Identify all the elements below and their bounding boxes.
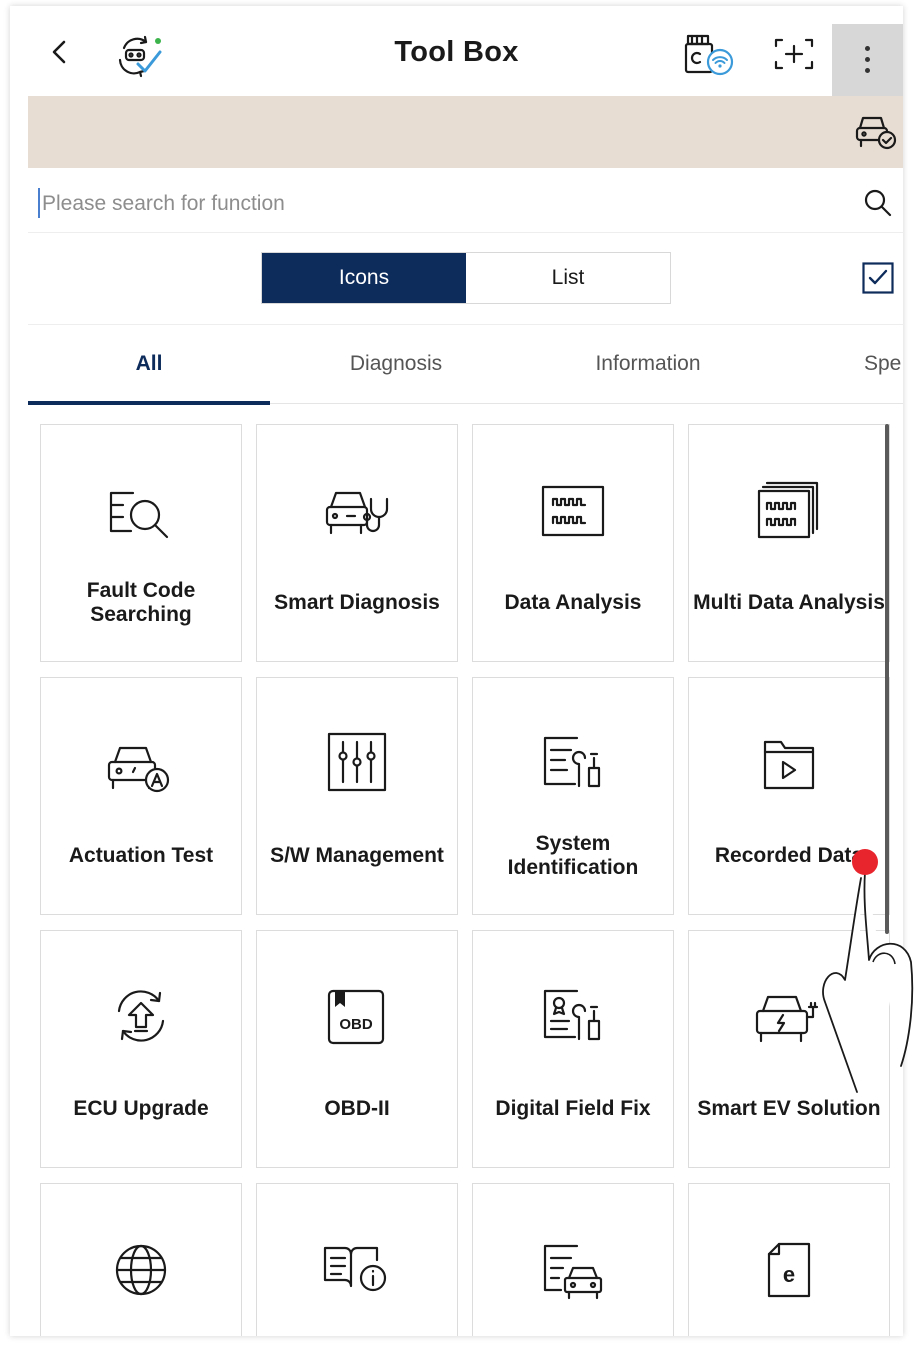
search-input[interactable]: [36, 182, 844, 226]
card-book-info[interactable]: [256, 1183, 458, 1336]
card-actuation-test[interactable]: Actuation Test: [40, 677, 242, 915]
card-label: ECU Upgrade: [73, 1097, 209, 1120]
search-icon[interactable]: [863, 188, 893, 218]
vehicle-banner: [28, 96, 903, 168]
document-tools-icon: [543, 736, 601, 788]
card-recorded-data[interactable]: Recorded Data: [688, 677, 890, 915]
fault-code-search-icon: [109, 491, 169, 539]
car-stethoscope-icon: [325, 491, 389, 535]
book-info-icon: [323, 1246, 387, 1292]
folder-play-icon: [763, 740, 815, 790]
card-label: Data Analysis: [504, 591, 642, 614]
card-obd-ii[interactable]: OBD OBD-II: [256, 930, 458, 1168]
card-digital-field-fix[interactable]: Digital Field Fix: [472, 930, 674, 1168]
function-grid: Fault Code Searching Smart Diagnosis Dat…: [10, 402, 903, 1336]
tab-information[interactable]: Information: [522, 325, 774, 403]
app-frame: Tool Box Please search for function Icon…: [10, 6, 903, 1336]
card-label: Multi Data Analysis: [693, 591, 885, 614]
card-globe[interactable]: [40, 1183, 242, 1336]
top-bar: Tool Box: [10, 6, 903, 96]
obd-book-icon: OBD: [327, 989, 385, 1045]
screen-capture-icon[interactable]: [768, 32, 820, 76]
card-label: [261, 1334, 453, 1336]
card-multi-data-analysis[interactable]: Multi Data Analysis: [688, 424, 890, 662]
globe-icon: [115, 1244, 167, 1296]
search-bar: [28, 174, 903, 233]
ev-car-icon: [755, 995, 819, 1043]
e-document-icon: e: [767, 1242, 811, 1298]
waveform-icon: [541, 485, 605, 537]
car-actuation-icon: [107, 746, 170, 793]
e-icon-text: e: [783, 1262, 795, 1287]
card-label: System Identification: [507, 832, 639, 879]
card-fault-code-searching[interactable]: Fault Code Searching: [40, 424, 242, 662]
card-document-car[interactable]: [472, 1183, 674, 1336]
view-toggle: Icons List: [261, 252, 671, 304]
tab-all[interactable]: All: [28, 325, 270, 403]
icons-view-button[interactable]: Icons: [262, 253, 466, 303]
tab-diagnosis[interactable]: Diagnosis: [270, 325, 522, 403]
card-label: Smart Diagnosis: [274, 591, 440, 614]
card-smart-diagnosis[interactable]: Smart Diagnosis: [256, 424, 458, 662]
checkbox-icon[interactable]: [862, 262, 894, 294]
card-label: [45, 1334, 237, 1336]
card-ecu-upgrade[interactable]: ECU Upgrade: [40, 930, 242, 1168]
multi-waveform-icon: [757, 481, 819, 539]
card-system-identification[interactable]: System Identification: [472, 677, 674, 915]
list-view-button[interactable]: List: [466, 253, 670, 303]
card-label: S/W Management: [270, 844, 444, 867]
scrollbar[interactable]: [885, 424, 889, 934]
card-e-document[interactable]: e: [688, 1183, 890, 1336]
card-label: Actuation Test: [68, 844, 214, 867]
card-label: [693, 1334, 885, 1336]
upgrade-cycle-icon: [117, 990, 165, 1042]
tab-special[interactable]: Spe: [864, 325, 903, 403]
card-label: Fault Code Searching: [86, 579, 196, 626]
card-label: Digital Field Fix: [495, 1097, 651, 1120]
card-label: [477, 1334, 669, 1336]
card-label: Smart EV Solution: [697, 1097, 881, 1120]
card-sw-management[interactable]: S/W Management: [256, 677, 458, 915]
card-label: OBD-II: [324, 1097, 390, 1120]
card-smart-ev-solution[interactable]: Smart EV Solution: [688, 930, 890, 1168]
document-car-icon: [543, 1244, 603, 1300]
vehicle-check-icon[interactable]: [851, 106, 899, 154]
obd-icon-text: OBD: [339, 1016, 373, 1033]
card-label: Recorded Data: [714, 844, 864, 867]
sliders-icon: [327, 732, 387, 792]
vci-wifi-icon[interactable]: [682, 32, 734, 76]
category-tabs: All Diagnosis Information Spe: [28, 324, 903, 405]
more-vertical-icon[interactable]: [832, 24, 903, 96]
certificate-tools-icon: [543, 989, 601, 1041]
card-data-analysis[interactable]: Data Analysis: [472, 424, 674, 662]
